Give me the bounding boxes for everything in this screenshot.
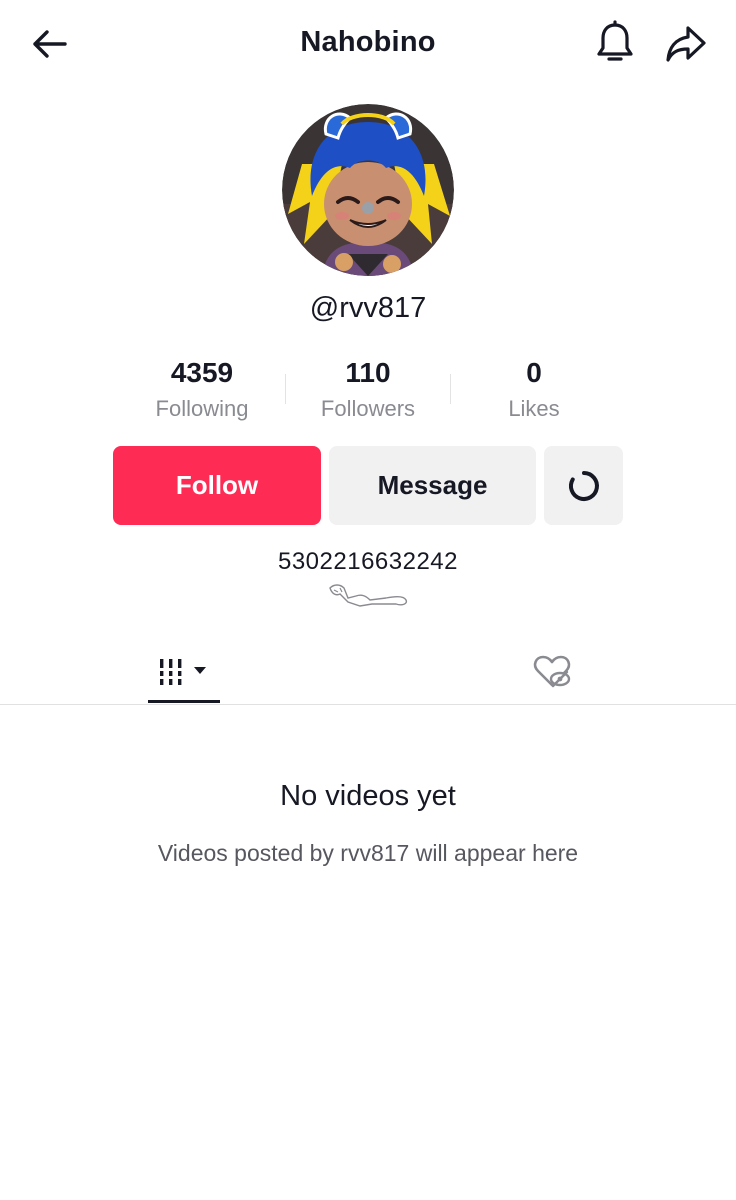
suggested-accounts-button[interactable]: [544, 446, 623, 525]
top-bar: Nahobino: [0, 0, 736, 88]
tab-videos[interactable]: [148, 640, 220, 704]
stat-followers[interactable]: 110 Followers: [283, 354, 453, 422]
stat-following[interactable]: 4359 Following: [117, 354, 287, 422]
follow-button[interactable]: Follow: [113, 446, 321, 525]
bell-icon: [597, 20, 633, 61]
avatar[interactable]: [282, 104, 454, 276]
followers-label: Followers: [320, 396, 416, 421]
username: @rvv817: [309, 292, 427, 324]
bio-text: 5302216632242: [277, 548, 459, 575]
tab-selected-indicator: [148, 700, 220, 703]
grid-bars-icon: [160, 659, 206, 685]
tab-bar-divider: [0, 704, 736, 705]
tab-liked[interactable]: [516, 640, 588, 704]
share-button[interactable]: [660, 20, 712, 68]
empty-state-subtitle: Videos posted by rvv817 will appear here: [157, 840, 579, 866]
notification-bell-button[interactable]: [590, 18, 640, 68]
heart-eye-slash-icon: [533, 655, 571, 688]
followers-count: 110: [345, 357, 391, 388]
empty-state-title: No videos yet: [280, 780, 456, 812]
bio-doodle-icon: [329, 584, 408, 607]
cartoon-avatar-image: [282, 104, 454, 276]
likes-count: 0: [526, 357, 542, 388]
message-button[interactable]: Message: [329, 446, 536, 525]
likes-label: Likes: [508, 396, 560, 421]
stat-likes[interactable]: 0 Likes: [449, 354, 619, 422]
following-count: 4359: [170, 357, 234, 388]
profile-page: Nahobino @rvv817 4359 Following 110 Foll…: [0, 0, 736, 1200]
following-label: Following: [155, 396, 249, 421]
share-arrow-icon: [666, 26, 706, 62]
refresh-circle-icon: [568, 470, 599, 501]
